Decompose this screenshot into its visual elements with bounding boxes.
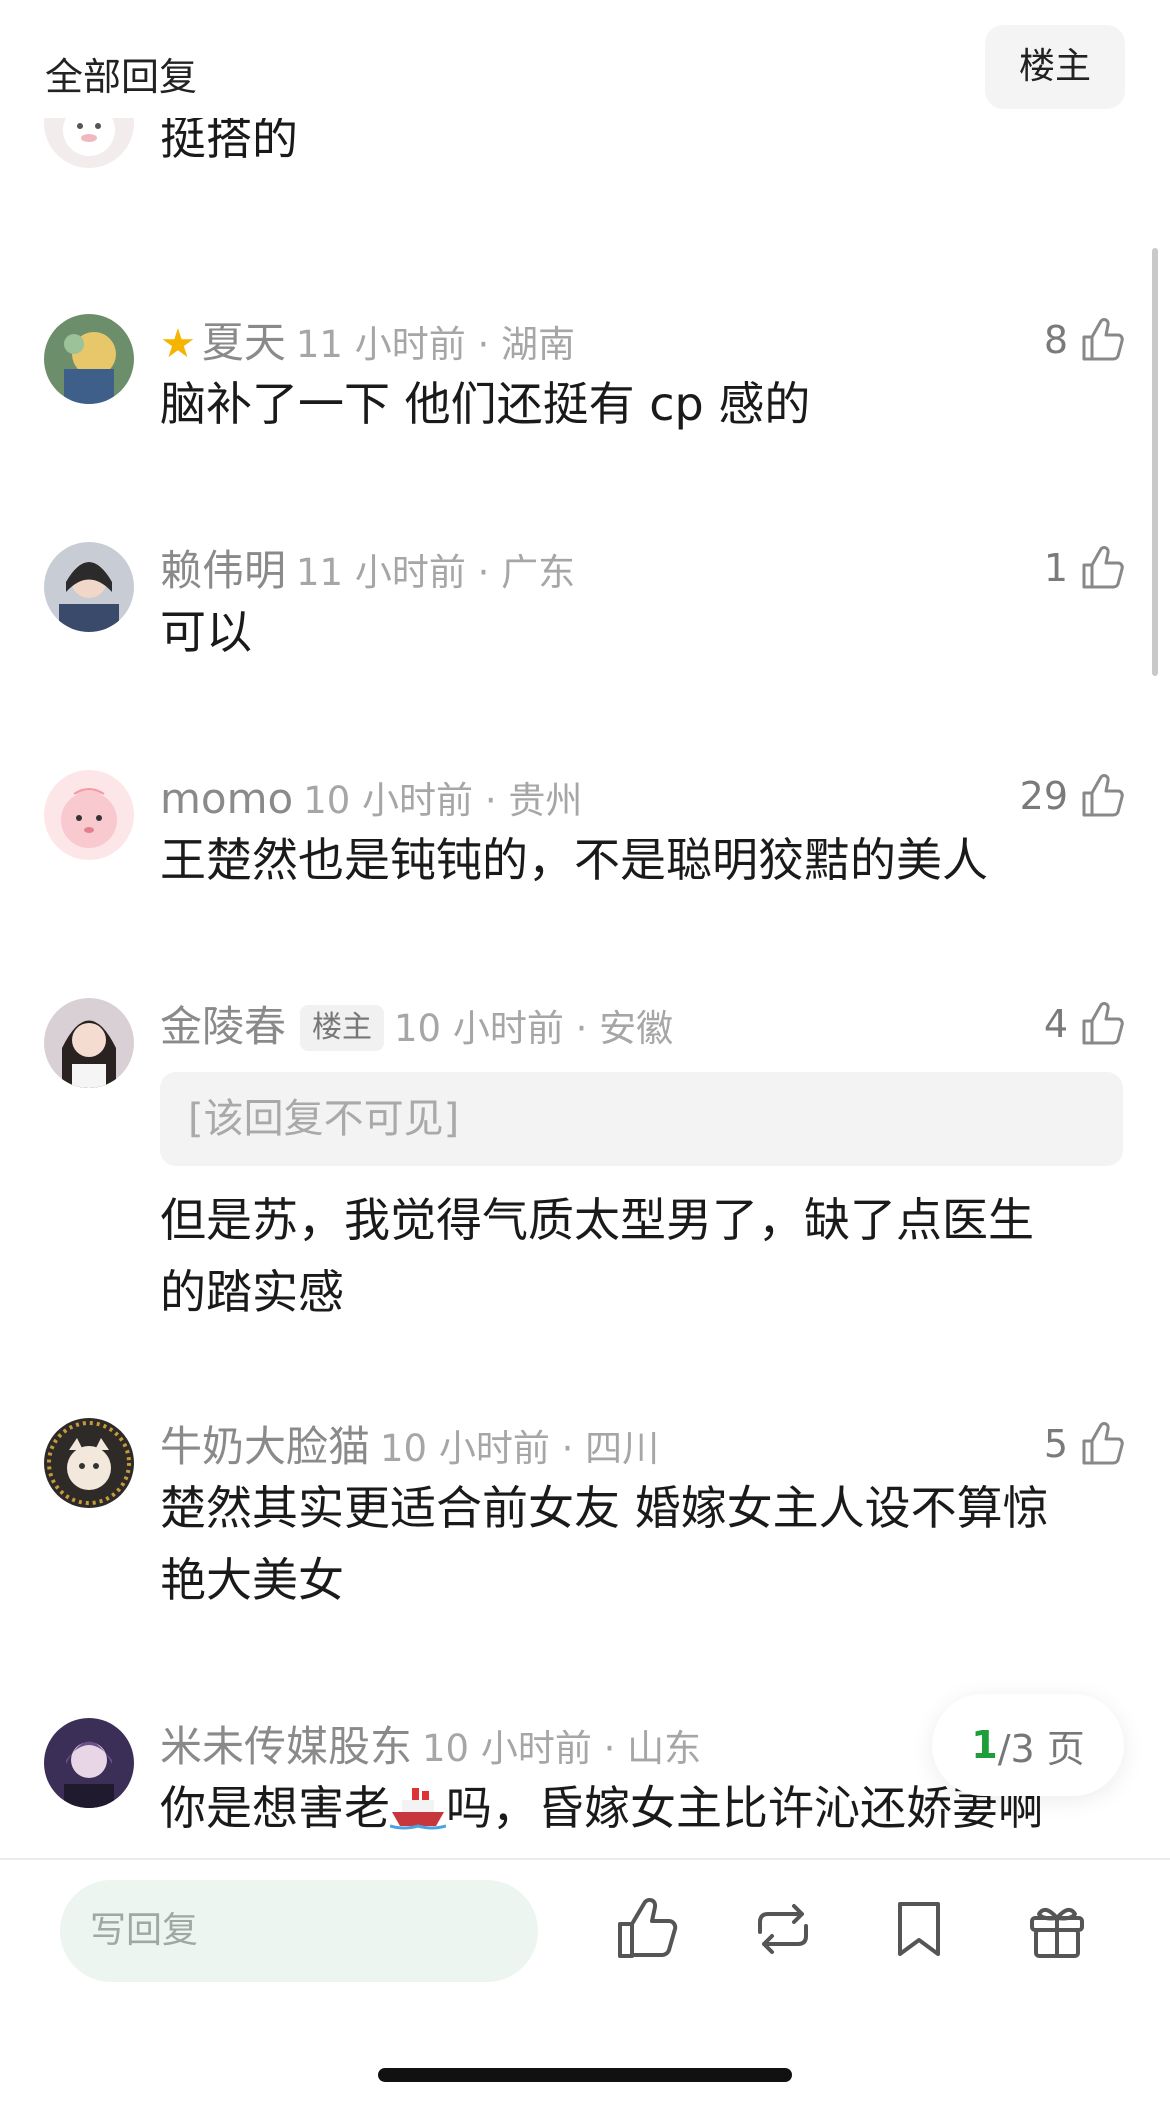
like-button[interactable]: 5	[1044, 1416, 1126, 1472]
comment-text-line-2: 艳大美女	[160, 1553, 344, 1607]
username[interactable]: 米未传媒股东	[160, 1722, 412, 1771]
scrollbar[interactable]	[1152, 248, 1158, 676]
page-indicator[interactable]: 1/3 页	[932, 1694, 1124, 1796]
username[interactable]: 夏天	[202, 318, 286, 367]
comment-text-part-2: 吗，昏嫁女主比许沁还娇妻啊	[446, 1781, 1044, 1835]
comment-text: 脑补了一下 他们还挺有 cp 感的	[160, 377, 811, 431]
op-badge: 楼主	[300, 1005, 385, 1051]
current-page: 1	[971, 1723, 998, 1767]
bookmark-button[interactable]	[884, 1894, 954, 1964]
bottom-action-bar: 写回复	[0, 1858, 1170, 2110]
thumb-up-icon	[1082, 1422, 1124, 1465]
reply-input[interactable]: 写回复	[60, 1880, 538, 1982]
gift-button[interactable]	[1022, 1894, 1092, 1964]
like-count: 1	[1043, 546, 1068, 590]
time-location: 10 小时前 · 贵州	[303, 779, 583, 822]
replies-header: 全部回复 楼主	[0, 0, 1170, 118]
time-location: 11 小时前 · 广东	[296, 551, 576, 594]
like-button[interactable]: 1	[1044, 540, 1126, 596]
thumb-up-icon	[618, 1897, 678, 1958]
comment-list[interactable]: 挺搭的 ★ 夏天 11 小时前 · 湖南 8 脑补了一下 他们还挺有 cp 感的 赖…	[0, 118, 1170, 1858]
op-only-button[interactable]: 楼主	[985, 25, 1125, 109]
bookmark-icon	[898, 1902, 940, 1956]
like-button[interactable]: 8	[1044, 312, 1126, 368]
comment-text-part-1: 你是想害老	[160, 1781, 390, 1835]
comment-text-line-1: 楚然其实更适合前女友 婚嫁女主人设不算惊	[160, 1481, 1049, 1535]
avatar[interactable]	[44, 118, 134, 168]
avatar[interactable]	[44, 314, 134, 404]
thumb-up-icon	[1082, 318, 1124, 361]
avatar[interactable]	[44, 998, 134, 1088]
like-count: 29	[1019, 774, 1068, 818]
avatar[interactable]	[44, 770, 134, 860]
username[interactable]: 牛奶大脸猫	[160, 1422, 370, 1471]
page-title: 全部回复	[45, 55, 198, 99]
like-button[interactable]: 4	[1044, 996, 1126, 1052]
comment-text-line-1: 但是苏，我觉得气质太型男了，缺了点医生	[160, 1193, 1034, 1247]
repost-icon	[758, 1904, 808, 1954]
time-location: 10 小时前 · 安徽	[394, 1007, 674, 1050]
quoted-reply[interactable]: [该回复不可见]	[160, 1072, 1123, 1166]
home-indicator[interactable]	[378, 2068, 792, 2082]
thumb-up-icon	[1082, 546, 1124, 589]
like-post-button[interactable]	[610, 1894, 680, 1964]
star-badge-icon: ★	[160, 321, 196, 367]
thumb-up-icon	[1082, 1002, 1124, 1045]
like-count: 5	[1043, 1422, 1068, 1466]
username[interactable]: 金陵春	[160, 1002, 286, 1051]
avatar[interactable]	[44, 1418, 134, 1508]
time-location: 10 小时前 · 四川	[380, 1427, 660, 1470]
comment-text: 可以	[160, 605, 252, 659]
gift-icon	[1030, 1907, 1084, 1958]
time-location: 11 小时前 · 湖南	[295, 323, 576, 366]
comment-text: 挺搭的	[160, 118, 298, 165]
username[interactable]: 赖伟明	[160, 546, 286, 595]
thumb-up-icon	[1082, 774, 1124, 817]
avatar[interactable]	[44, 1718, 134, 1808]
comment-text: 王楚然也是钝钝的，不是聪明狡黠的美人	[160, 833, 988, 887]
ship-emoji	[389, 1778, 447, 1830]
total-pages: /3 页	[997, 1726, 1085, 1771]
repost-button[interactable]	[748, 1894, 818, 1964]
like-count: 4	[1043, 1002, 1068, 1046]
like-count: 8	[1043, 318, 1068, 362]
username[interactable]: momo	[160, 774, 293, 823]
like-button[interactable]: 29	[1020, 768, 1126, 824]
time-location: 10 小时前 · 山东	[422, 1727, 702, 1770]
comment-text-line-2: 的踏实感	[160, 1265, 344, 1319]
avatar[interactable]	[44, 542, 134, 632]
